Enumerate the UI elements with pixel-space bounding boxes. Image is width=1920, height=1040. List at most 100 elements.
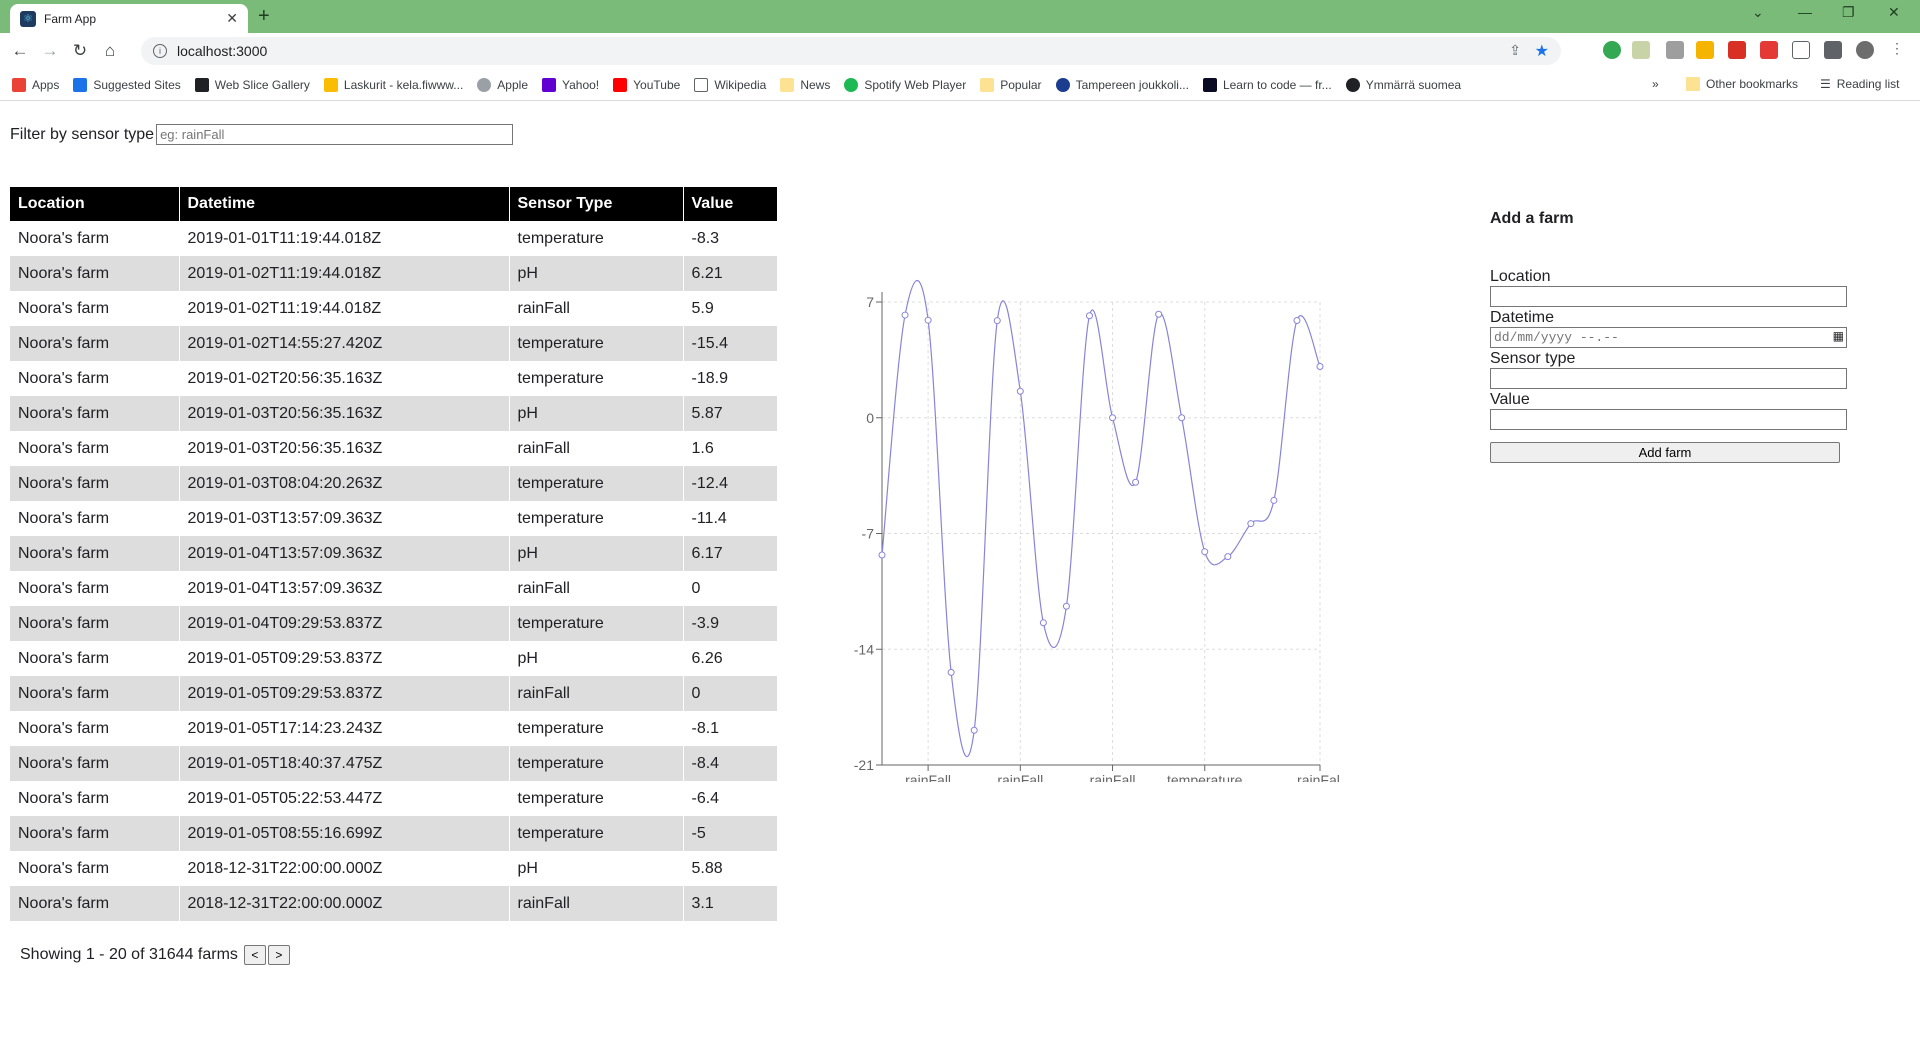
bookmark-popular[interactable]: Popular <box>980 77 1042 92</box>
value-cell: 0 <box>683 676 778 711</box>
value-cell: -6.4 <box>683 781 778 816</box>
minimize-icon[interactable]: — <box>1798 4 1812 20</box>
sensor-type-cell: pH <box>509 641 684 676</box>
restore-icon[interactable]: ❐ <box>1842 4 1855 21</box>
data-point <box>1085 312 1093 320</box>
prev-page-button[interactable]: < <box>243 945 266 965</box>
data-point <box>1224 553 1232 561</box>
menu-icon[interactable]: ⋮ <box>1890 40 1904 58</box>
table-row: Noora's farm 2019-01-02T11:19:44.018Z pH 6.… <box>10 256 778 291</box>
data-point <box>970 726 978 734</box>
table-row: Noora's farm 2019-01-04T13:57:09.363Z pH 6.… <box>10 536 778 571</box>
value-cell: 5.9 <box>683 291 778 326</box>
value-cell: -18.9 <box>683 361 778 396</box>
calendar-icon[interactable]: ▦ <box>1833 329 1844 343</box>
bookmark-suggested-sites[interactable]: Suggested Sites <box>73 77 181 92</box>
extension-icon[interactable] <box>1666 41 1684 59</box>
value-cell: 6.26 <box>683 641 778 676</box>
bookmark-other[interactable]: Other bookmarks <box>1686 77 1798 91</box>
x-tick-label: rainFall <box>1090 772 1136 782</box>
extension-icon[interactable] <box>1728 41 1746 59</box>
new-tab-icon[interactable]: + <box>258 6 270 26</box>
back-icon[interactable]: ← <box>10 41 30 61</box>
value-cell: -15.4 <box>683 326 778 361</box>
table-row: Noora's farm 2019-01-05T09:29:53.837Z pH 6.… <box>10 641 778 676</box>
bookmark-yahoo[interactable]: Yahoo! <box>542 77 599 92</box>
avatar[interactable] <box>1856 41 1874 59</box>
address-bar[interactable]: i localhost:3000 ⇪ ★ <box>141 37 1561 65</box>
site-info-icon[interactable]: i <box>153 44 167 58</box>
spotify-icon <box>844 77 859 92</box>
bookmark-web-slice[interactable]: Web Slice Gallery <box>194 77 310 92</box>
data-point <box>1016 387 1024 395</box>
table-row: Noora's farm 2019-01-05T05:22:53.447Z temp… <box>10 781 778 816</box>
yahoo-icon <box>542 77 556 92</box>
datetime-cell: 2019-01-05T08:55:16.699Z <box>179 816 510 851</box>
bookmark-news[interactable]: News <box>780 77 830 92</box>
extension-icon[interactable] <box>1696 41 1714 59</box>
location-cell: Noora's farm <box>10 781 180 816</box>
sensor-type-cell: temperature <box>509 326 684 361</box>
datetime-cell: 2019-01-05T09:29:53.837Z <box>179 641 510 676</box>
extension-icon[interactable] <box>1603 41 1621 59</box>
bookmark-youtube[interactable]: YouTube <box>613 77 680 92</box>
datetime-input[interactable] <box>1490 327 1847 348</box>
location-cell: Noora's farm <box>10 711 180 746</box>
x-tick-label: temperature <box>1167 772 1243 782</box>
table-body: Noora's farm 2019-01-01T11:19:44.018Z temp… <box>10 221 778 921</box>
datetime-cell: 2019-01-03T20:56:35.163Z <box>179 431 510 466</box>
pocket-icon[interactable] <box>1760 41 1778 59</box>
add-farm-form: Add a farm Location Datetime ▦ Sensor ty… <box>1490 210 1850 463</box>
datetime-label: Datetime <box>1490 309 1555 326</box>
sensor-type-cell: temperature <box>509 606 684 641</box>
bookmark-laskurit[interactable]: Laskurit - kela.fiwww... <box>323 77 463 92</box>
location-input[interactable] <box>1490 286 1847 307</box>
table-header-row: Location Datetime Sensor Type Value <box>10 187 778 221</box>
datetime-cell: 2019-01-04T13:57:09.363Z <box>179 571 510 606</box>
value-input[interactable] <box>1490 409 1847 430</box>
close-tab-icon[interactable]: ✕ <box>226 10 238 27</box>
extension-icon[interactable] <box>1792 41 1810 59</box>
bookmark-star-icon[interactable]: ★ <box>1535 41 1549 61</box>
close-window-icon[interactable]: ✕ <box>1888 4 1900 21</box>
puzzle-icon[interactable] <box>1824 41 1842 59</box>
browser-tab[interactable]: ⚛ Farm App ✕ <box>10 4 248 33</box>
sensor-type-cell: temperature <box>509 816 684 851</box>
value-cell: 5.88 <box>683 851 778 886</box>
bookmark-tampereen[interactable]: Tampereen joukkoli... <box>1055 77 1189 92</box>
reload-icon[interactable]: ↻ <box>70 41 90 61</box>
filter-input[interactable] <box>156 124 514 145</box>
table-row: Noora's farm 2018-12-31T22:00:00.000Z rain… <box>10 886 778 921</box>
bookmark-ymmarra[interactable]: Ymmärrä suomea <box>1345 77 1461 92</box>
data-point <box>1155 310 1163 318</box>
bookmark-learn-to-code[interactable]: Learn to code — fr... <box>1202 77 1332 92</box>
reading-list[interactable]: ☰ Reading list <box>1820 77 1899 91</box>
folder-icon <box>1686 77 1700 91</box>
data-point <box>1178 414 1186 422</box>
datetime-cell: 2019-01-03T20:56:35.163Z <box>179 396 510 431</box>
bookmark-spotify[interactable]: Spotify Web Player <box>844 77 966 92</box>
sensor-type-cell: temperature <box>509 781 684 816</box>
y-tick-label: 7 <box>866 294 874 310</box>
youtube-icon <box>613 77 628 92</box>
sensor-type-cell: pH <box>509 396 684 431</box>
next-page-button[interactable]: > <box>267 945 290 965</box>
kela-icon <box>323 77 338 92</box>
bookmark-wikipedia[interactable]: Wikipedia <box>694 77 766 92</box>
forward-icon[interactable]: → <box>40 41 60 61</box>
table-row: Noora's farm 2019-01-01T11:19:44.018Z temp… <box>10 221 778 256</box>
add-farm-button[interactable]: Add farm <box>1490 442 1840 463</box>
extension-icon[interactable] <box>1632 41 1650 59</box>
datetime-cell: 2019-01-02T11:19:44.018Z <box>179 256 510 291</box>
share-icon[interactable]: ⇪ <box>1509 42 1521 59</box>
bookmark-apps[interactable]: Apps <box>12 77 59 92</box>
page: Filter by sensor type Location Datetime … <box>0 102 1920 1040</box>
bookmark-apple[interactable]: Apple <box>477 77 528 92</box>
home-icon[interactable]: ⌂ <box>100 41 120 61</box>
more-bookmarks-icon[interactable]: » <box>1652 77 1659 91</box>
sensor-type-input[interactable] <box>1490 368 1847 389</box>
tab-search-icon[interactable]: ⌄ <box>1752 4 1764 21</box>
wikipedia-icon <box>694 77 709 92</box>
value-cell: 6.17 <box>683 536 778 571</box>
sensor-line-chart: 7 0 -7 -14 -21 rainFall rainFall rainFall temper… <box>854 279 1340 782</box>
